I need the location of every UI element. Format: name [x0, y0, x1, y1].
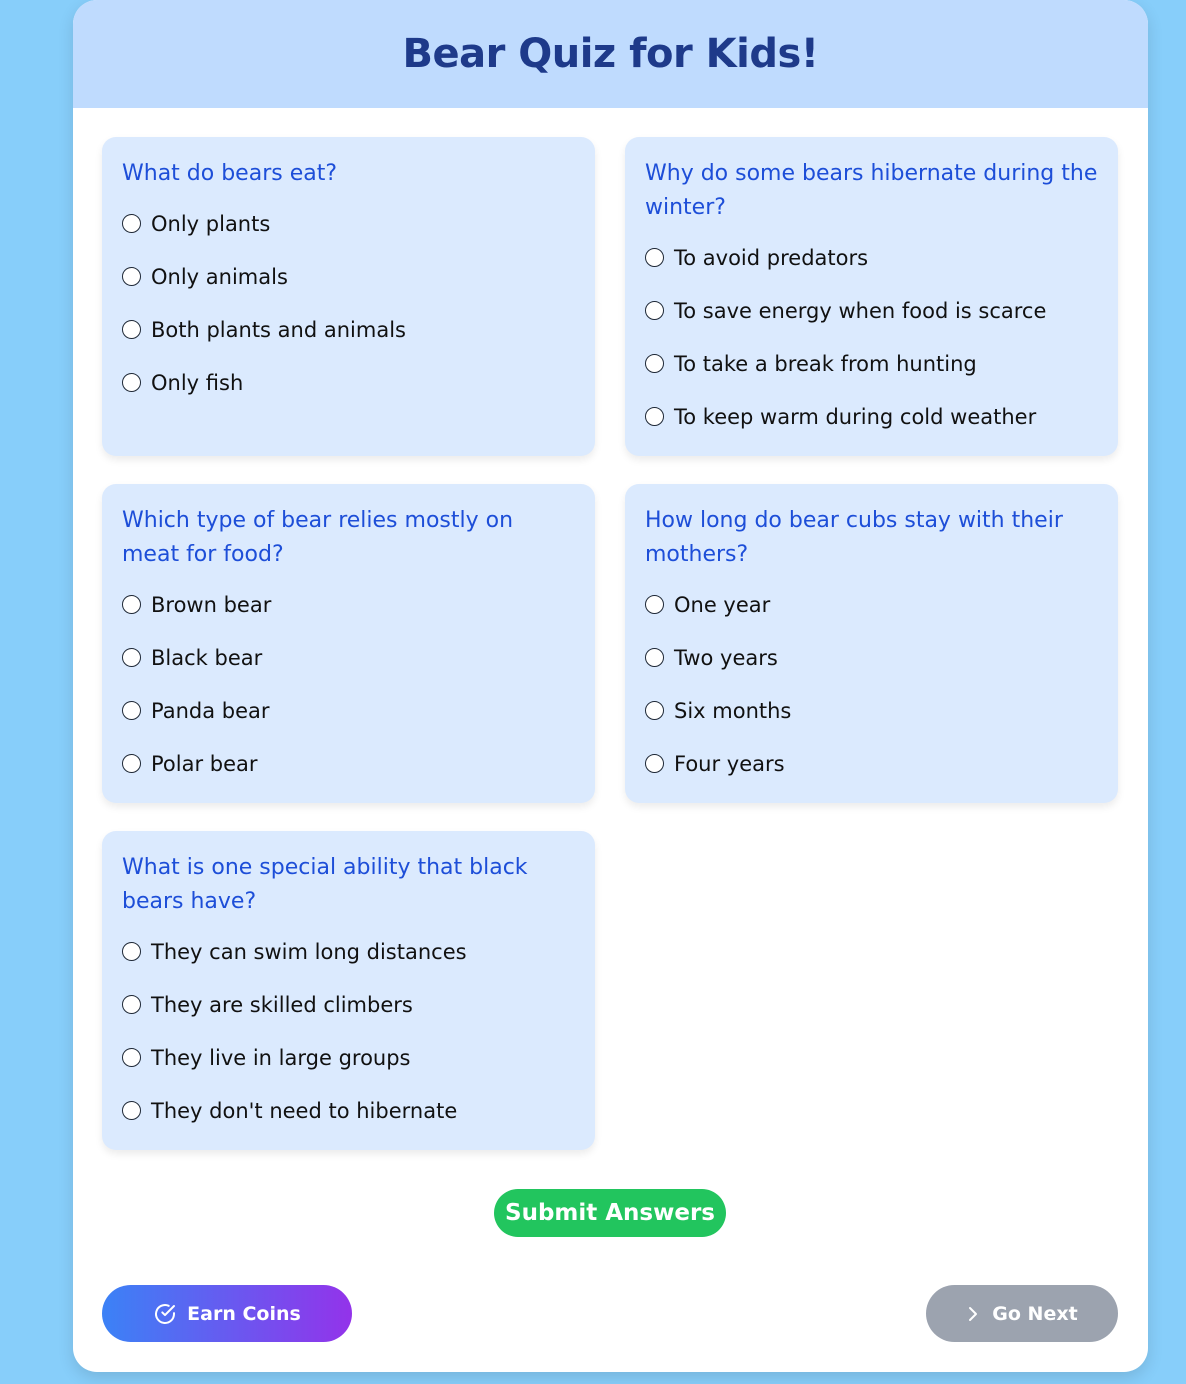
answer-option[interactable]: They don't need to hibernate [122, 1084, 575, 1137]
answer-option[interactable]: Polar bear [122, 737, 575, 790]
radio-button[interactable] [122, 595, 141, 614]
chevron-right-icon [966, 1305, 980, 1323]
answer-label: They can swim long distances [151, 939, 467, 964]
answer-option[interactable]: They live in large groups [122, 1031, 575, 1084]
question-card: Which type of bear relies mostly on meat… [102, 484, 595, 803]
go-next-button[interactable]: Go Next [926, 1285, 1118, 1342]
answer-option[interactable]: Panda bear [122, 684, 575, 737]
answer-label: Only animals [151, 264, 288, 289]
radio-button[interactable] [122, 995, 141, 1014]
radio-button[interactable] [122, 214, 141, 233]
answer-option[interactable]: To avoid predators [645, 231, 1098, 284]
answer-label: They don't need to hibernate [151, 1098, 458, 1123]
answer-label: Panda bear [151, 698, 270, 723]
question-card: Why do some bears hibernate during the w… [625, 137, 1118, 456]
question-grid: What do bears eat? Only plants Only anim… [102, 137, 1118, 1150]
answer-option[interactable]: Both plants and animals [122, 303, 575, 356]
answer-label: Brown bear [151, 592, 272, 617]
earn-coins-label: Earn Coins [187, 1302, 301, 1325]
submit-label: Submit Answers [505, 1200, 715, 1226]
answer-option[interactable]: Four years [645, 737, 1098, 790]
go-next-label: Go Next [992, 1302, 1078, 1325]
question-title: How long do bear cubs stay with their mo… [645, 508, 1063, 567]
answer-label: Four years [674, 751, 785, 776]
radio-button[interactable] [122, 267, 141, 286]
answer-option[interactable]: They can swim long distances [122, 925, 575, 978]
answer-option[interactable]: To save energy when food is scarce [645, 284, 1098, 337]
question-title: Why do some bears hibernate during the w… [645, 161, 1098, 220]
answer-option[interactable]: They are skilled climbers [122, 978, 575, 1031]
answer-label: Only plants [151, 211, 271, 236]
answer-label: Six months [674, 698, 792, 723]
earn-coins-button[interactable]: Earn Coins [102, 1285, 352, 1342]
answer-label: To save energy when food is scarce [674, 298, 1047, 323]
answer-label: Two years [674, 645, 778, 670]
question-title: What do bears eat? [122, 161, 338, 186]
page-title: Bear Quiz for Kids! [402, 31, 819, 77]
radio-button[interactable] [122, 648, 141, 667]
radio-button[interactable] [645, 354, 664, 373]
question-card: What is one special ability that black b… [102, 831, 595, 1150]
radio-button[interactable] [645, 595, 664, 614]
radio-button[interactable] [122, 320, 141, 339]
answer-option[interactable]: To take a break from hunting [645, 337, 1098, 390]
answer-option[interactable]: Black bear [122, 631, 575, 684]
answer-label: One year [674, 592, 771, 617]
radio-button[interactable] [645, 301, 664, 320]
answer-label: They are skilled climbers [151, 992, 413, 1017]
radio-button[interactable] [645, 754, 664, 773]
radio-button[interactable] [122, 942, 141, 961]
quiz-header: Bear Quiz for Kids! [73, 0, 1148, 108]
radio-button[interactable] [122, 701, 141, 720]
quiz-card: Bear Quiz for Kids! What do bears eat? O… [73, 0, 1148, 1372]
answer-option[interactable]: Six months [645, 684, 1098, 737]
answer-label: To avoid predators [674, 245, 869, 270]
answer-label: To take a break from hunting [674, 351, 977, 376]
radio-button[interactable] [122, 1101, 141, 1120]
answer-option[interactable]: Only plants [122, 197, 575, 250]
radio-button[interactable] [122, 754, 141, 773]
answer-option[interactable]: One year [645, 578, 1098, 631]
question-title: What is one special ability that black b… [122, 855, 528, 914]
radio-button[interactable] [645, 407, 664, 426]
answer-label: Polar bear [151, 751, 258, 776]
answer-label: To keep warm during cold weather [674, 404, 1037, 429]
answer-option[interactable]: Only fish [122, 356, 575, 409]
answer-option[interactable]: To keep warm during cold weather [645, 390, 1098, 443]
radio-button[interactable] [645, 648, 664, 667]
question-card: How long do bear cubs stay with their mo… [625, 484, 1118, 803]
check-circle-icon [153, 1302, 177, 1326]
answer-option[interactable]: Two years [645, 631, 1098, 684]
answer-label: Black bear [151, 645, 263, 670]
answer-label: They live in large groups [151, 1045, 411, 1070]
answer-option[interactable]: Brown bear [122, 578, 575, 631]
radio-button[interactable] [122, 373, 141, 392]
answer-option[interactable]: Only animals [122, 250, 575, 303]
submit-answers-button[interactable]: Submit Answers [494, 1189, 726, 1237]
radio-button[interactable] [122, 1048, 141, 1067]
radio-button[interactable] [645, 248, 664, 267]
radio-button[interactable] [645, 701, 664, 720]
answer-label: Both plants and animals [151, 317, 406, 342]
question-title: Which type of bear relies mostly on meat… [122, 508, 514, 567]
answer-label: Only fish [151, 370, 244, 395]
question-card: What do bears eat? Only plants Only anim… [102, 137, 595, 456]
